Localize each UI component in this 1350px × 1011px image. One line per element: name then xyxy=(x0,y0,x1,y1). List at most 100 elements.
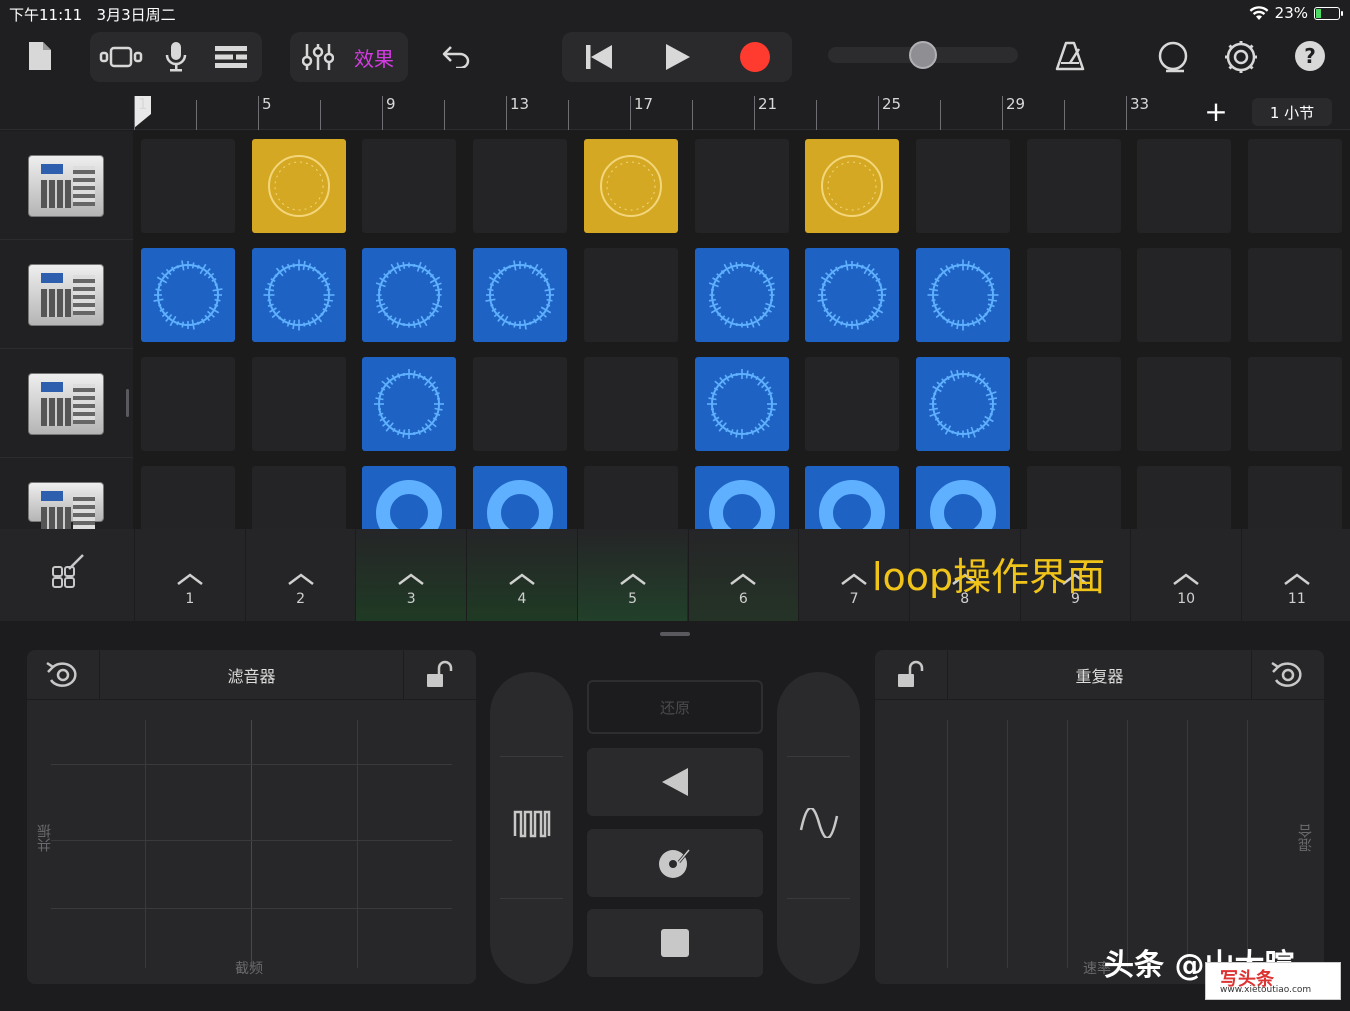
column-trigger-5[interactable]: 5 xyxy=(576,529,688,621)
chevron-up-icon xyxy=(397,569,425,590)
record-button[interactable] xyxy=(724,34,786,80)
empty-cell[interactable] xyxy=(583,248,678,342)
loop-cell[interactable] xyxy=(473,248,568,342)
settings-button[interactable] xyxy=(1220,36,1262,78)
fx-title-filter[interactable]: 滤音器 xyxy=(99,650,404,700)
empty-cell[interactable] xyxy=(1026,357,1121,451)
reset-button[interactable]: 还原 xyxy=(587,680,763,734)
loop-cell[interactable] xyxy=(805,139,900,233)
empty-cell[interactable] xyxy=(251,357,346,451)
my-songs-button[interactable] xyxy=(22,36,58,76)
section-length-button[interactable]: 1 小节 xyxy=(1252,98,1332,126)
effects-button[interactable]: 效果 xyxy=(344,34,404,80)
column-trigger-11[interactable]: 11 xyxy=(1241,529,1350,621)
empty-cell[interactable] xyxy=(473,357,568,451)
loop-cell[interactable] xyxy=(915,357,1010,451)
waveform-ring-icon xyxy=(706,369,777,439)
column-trigger-10[interactable]: 10 xyxy=(1130,529,1241,621)
empty-cell[interactable] xyxy=(1248,466,1342,529)
empty-cell[interactable] xyxy=(694,139,789,233)
lock-button[interactable] xyxy=(404,650,476,700)
loop-cell[interactable] xyxy=(251,248,346,342)
empty-cell[interactable] xyxy=(141,466,235,529)
empty-cell[interactable] xyxy=(1248,248,1342,342)
column-trigger-6[interactable]: 6 xyxy=(687,529,799,621)
loops-button[interactable] xyxy=(1152,36,1194,78)
empty-cell[interactable] xyxy=(1137,139,1232,233)
empty-cell[interactable] xyxy=(1026,139,1121,233)
status-date: 3月3日周二 xyxy=(96,6,176,24)
track-header[interactable] xyxy=(0,458,133,529)
browser-button[interactable] xyxy=(94,34,148,80)
loop-cell[interactable] xyxy=(805,466,900,529)
loop-cell[interactable] xyxy=(362,357,457,451)
go-to-start-button[interactable] xyxy=(568,34,630,80)
empty-cell[interactable] xyxy=(1248,139,1342,233)
empty-cell[interactable] xyxy=(251,466,346,529)
waveform-ring-icon xyxy=(267,155,330,217)
lock-button[interactable] xyxy=(875,650,947,700)
loop-cell[interactable] xyxy=(141,248,235,342)
track-header[interactable] xyxy=(0,131,133,240)
mixer-button[interactable] xyxy=(296,34,340,80)
chevron-up-icon xyxy=(287,569,315,590)
empty-cell[interactable] xyxy=(805,357,900,451)
loop-cell[interactable] xyxy=(694,466,789,529)
empty-cell[interactable] xyxy=(1137,357,1232,451)
empty-cell[interactable] xyxy=(583,357,678,451)
reverse-button[interactable] xyxy=(587,748,763,816)
panel-drag-handle[interactable] xyxy=(660,632,690,636)
ruler-tick xyxy=(816,100,817,130)
drum-machine-icon xyxy=(28,482,104,529)
empty-cell[interactable] xyxy=(473,139,568,233)
empty-cell[interactable] xyxy=(1026,248,1121,342)
timeline-ruler[interactable]: 1 5 9 13 17 21 25 29 33 + 1 小节 xyxy=(0,92,1350,130)
loop-cell[interactable] xyxy=(473,466,568,529)
loop-cell[interactable] xyxy=(251,139,346,233)
empty-cell[interactable] xyxy=(362,139,457,233)
loop-cell[interactable] xyxy=(362,248,457,342)
play-button[interactable] xyxy=(644,34,710,80)
loop-cell[interactable] xyxy=(694,248,789,342)
column-trigger-4[interactable]: 4 xyxy=(466,529,577,621)
wobble-fx-slider[interactable] xyxy=(777,672,860,984)
scroll-indicator[interactable] xyxy=(126,389,129,417)
empty-cell[interactable] xyxy=(1248,357,1342,451)
column-trigger-2[interactable]: 2 xyxy=(244,529,356,621)
slider-knob[interactable] xyxy=(909,41,937,69)
loop-cell[interactable] xyxy=(805,248,900,342)
record-fx-button[interactable] xyxy=(1252,650,1324,700)
xy-pad[interactable]: 截频 共振 xyxy=(27,700,476,984)
gate-fx-slider[interactable] xyxy=(490,672,573,984)
ruler-tick xyxy=(1064,100,1065,130)
microphone-button[interactable] xyxy=(152,34,200,80)
loop-cell[interactable] xyxy=(362,466,457,529)
edit-cells-button[interactable] xyxy=(46,549,90,593)
metronome-button[interactable] xyxy=(1050,36,1090,76)
track-header[interactable] xyxy=(0,349,133,458)
track-header[interactable] xyxy=(0,240,133,349)
stop-button[interactable] xyxy=(587,909,763,977)
loop-cell[interactable] xyxy=(915,466,1010,529)
empty-cell[interactable] xyxy=(1026,466,1121,529)
record-fx-button[interactable] xyxy=(27,650,99,700)
tracks-view-button[interactable] xyxy=(206,34,256,80)
column-trigger-3[interactable]: 3 xyxy=(355,529,467,621)
loop-cell[interactable] xyxy=(583,139,678,233)
undo-button[interactable] xyxy=(434,36,478,76)
empty-cell[interactable] xyxy=(915,139,1010,233)
empty-cell[interactable] xyxy=(141,357,235,451)
loop-cell[interactable] xyxy=(915,248,1010,342)
scratch-button[interactable] xyxy=(587,829,763,897)
empty-cell[interactable] xyxy=(1137,466,1232,529)
column-trigger-1[interactable]: 1 xyxy=(134,529,245,621)
tempo-slider[interactable] xyxy=(828,41,1018,69)
add-section-button[interactable]: + xyxy=(1198,92,1234,130)
help-button[interactable]: ? xyxy=(1290,36,1330,76)
empty-cell[interactable] xyxy=(1137,248,1232,342)
waveform-ring-icon xyxy=(153,260,223,330)
fx-title-repeater[interactable]: 重复器 xyxy=(947,650,1252,700)
loop-cell[interactable] xyxy=(694,357,789,451)
empty-cell[interactable] xyxy=(583,466,678,529)
empty-cell[interactable] xyxy=(141,139,235,233)
